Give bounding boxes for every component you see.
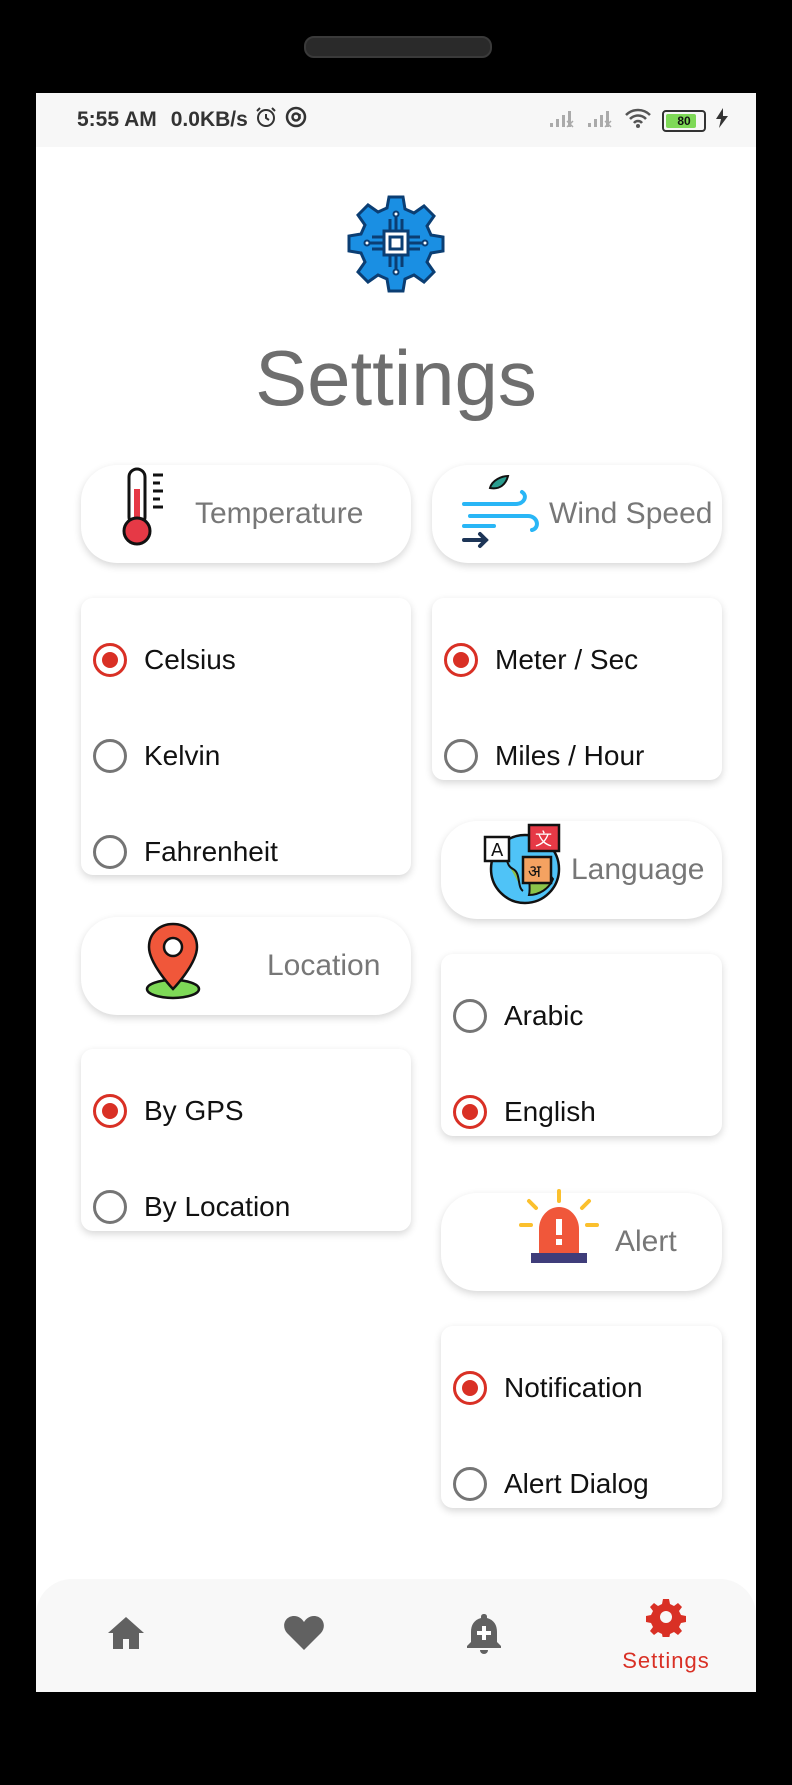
alarm-icon: [254, 105, 278, 135]
map-pin-icon: [143, 920, 203, 1005]
wifi-icon: [624, 107, 652, 135]
battery-level: 80: [677, 114, 691, 128]
nav-alerts[interactable]: [438, 1579, 530, 1692]
alert-label: Alert: [615, 1225, 677, 1258]
radio-button[interactable]: [93, 1190, 127, 1224]
temperature-header: Temperature: [81, 465, 411, 563]
gear-chip-icon: [346, 193, 446, 298]
option-label: Fahrenheit: [144, 836, 278, 867]
radio-option-by-gps[interactable]: By GPS: [93, 1089, 244, 1133]
battery-icon: 80: [662, 110, 706, 132]
radio-option-celsius[interactable]: Celsius: [93, 638, 236, 682]
radio-button[interactable]: [93, 835, 127, 869]
option-label: Alert Dialog: [504, 1468, 649, 1499]
svg-text:अ: अ: [528, 862, 542, 882]
status-time: 5:55 AM: [77, 108, 157, 131]
charging-icon: [716, 108, 728, 134]
temperature-label: Temperature: [195, 497, 364, 530]
radio-option-fahrenheit[interactable]: Fahrenheit: [93, 830, 278, 874]
gear-icon: [646, 1597, 686, 1642]
language-header: A 文 अ Language: [441, 821, 722, 919]
language-options-card: Arabic English: [441, 954, 722, 1136]
radio-option-kelvin[interactable]: Kelvin: [93, 734, 220, 778]
language-label: Language: [571, 853, 705, 886]
radio-button[interactable]: [453, 1095, 487, 1129]
page-title: Settings: [255, 334, 537, 422]
siren-icon: [517, 1187, 601, 1276]
radio-option-arabic[interactable]: Arabic: [453, 994, 583, 1038]
nav-settings[interactable]: Settings: [606, 1579, 726, 1692]
radio-option-alert-dialog[interactable]: Alert Dialog: [453, 1462, 649, 1506]
location-header: Location: [81, 917, 411, 1015]
radio-button[interactable]: [93, 643, 127, 677]
option-label: English: [504, 1096, 596, 1127]
option-label: Meter / Sec: [495, 644, 639, 675]
option-label: Kelvin: [144, 740, 221, 771]
location-options-card: By GPS By Location: [81, 1049, 411, 1231]
radio-button[interactable]: [453, 1467, 487, 1501]
status-speed: 0.0KB/s: [170, 108, 248, 131]
thermometer-icon: [117, 465, 173, 554]
alert-header: Alert: [441, 1189, 722, 1291]
bottom-navigation: Settings: [36, 1579, 756, 1692]
radio-option-miles-per-hour[interactable]: Miles / Hour: [444, 734, 644, 778]
option-label: Arabic: [504, 1000, 584, 1031]
phone-speaker: [304, 36, 492, 58]
status-bar: 5:55 AM 0.0KB/s 80: [36, 93, 756, 147]
radio-option-meter-per-sec[interactable]: Meter / Sec: [444, 638, 638, 682]
signal-icon: [586, 107, 614, 135]
radio-option-notification[interactable]: Notification: [453, 1366, 643, 1410]
radio-button[interactable]: [453, 999, 487, 1033]
nav-settings-label: Settings: [622, 1648, 710, 1673]
svg-text:A: A: [491, 840, 504, 861]
option-label: Miles / Hour: [495, 740, 645, 771]
screen: 5:55 AM 0.0KB/s 80 Settings Temperature …: [36, 93, 756, 1692]
temperature-options-card: Celsius Kelvin Fahrenheit: [81, 598, 411, 875]
radio-button[interactable]: [93, 739, 127, 773]
signal-icon: [548, 107, 576, 135]
nav-home[interactable]: [80, 1579, 172, 1692]
wind-speed-label: Wind Speed: [549, 497, 713, 530]
translate-globe-icon: A 文 अ: [483, 823, 567, 912]
alert-options-card: Notification Alert Dialog: [441, 1326, 722, 1508]
option-label: By GPS: [144, 1095, 244, 1126]
svg-text:文: 文: [535, 830, 552, 850]
radio-button[interactable]: [444, 739, 478, 773]
wind-speed-options-card: Meter / Sec Miles / Hour: [432, 598, 722, 780]
add-alert-icon: [465, 1612, 503, 1659]
heart-icon: [283, 1614, 325, 1657]
wind-icon: [460, 470, 544, 559]
radio-option-by-location[interactable]: By Location: [93, 1185, 290, 1229]
location-label: Location: [267, 949, 381, 982]
wind-speed-header: Wind Speed: [432, 465, 722, 563]
at-sign-icon: [284, 105, 308, 135]
option-label: Celsius: [144, 644, 236, 675]
option-label: By Location: [144, 1191, 291, 1222]
status-right-icons: 80: [548, 107, 728, 135]
phone-frame: 5:55 AM 0.0KB/s 80 Settings Temperature …: [0, 0, 792, 1785]
nav-favorites[interactable]: [258, 1579, 350, 1692]
radio-option-english[interactable]: English: [453, 1090, 596, 1134]
home-icon: [106, 1615, 146, 1656]
radio-button[interactable]: [444, 643, 478, 677]
radio-button[interactable]: [453, 1371, 487, 1405]
option-label: Notification: [504, 1372, 643, 1403]
radio-button[interactable]: [93, 1094, 127, 1128]
